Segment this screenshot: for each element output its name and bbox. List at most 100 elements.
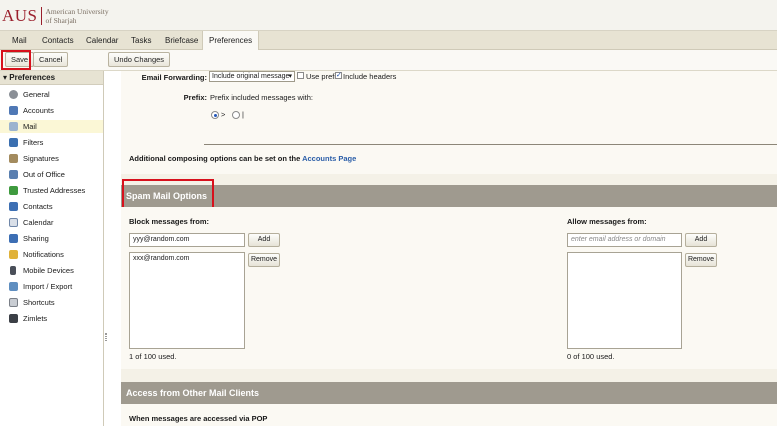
sidebar-item-label: Import / Export [23, 282, 73, 291]
section-divider [204, 144, 777, 145]
tab-preferences[interactable]: Preferences [202, 31, 260, 51]
cancel-button[interactable]: Cancel [33, 52, 69, 67]
block-messages-label: Block messages from: [129, 217, 210, 226]
sidebar-item-label: Accounts [23, 106, 54, 115]
accounts-page-link[interactable]: Accounts Page [302, 154, 356, 163]
sidebar-item-accounts[interactable]: Accounts [0, 104, 103, 117]
sidebar-title: Preferences [9, 73, 56, 82]
app-tab-bar: Mail Contacts Calendar Tasks Briefcase P… [0, 31, 777, 51]
prefix-gt-label: > [221, 110, 226, 119]
sidebar-item-label: Filters [23, 138, 44, 147]
sidebar-item-filters[interactable]: Filters [0, 136, 103, 149]
logo-line-2: of Sharjah [45, 16, 77, 25]
sidebar-header[interactable]: ▾ Preferences [0, 71, 103, 85]
import-export-icon [9, 282, 18, 291]
aus-logo[interactable]: AUS American University of Sharjah [2, 5, 109, 27]
out-of-office-icon [9, 170, 18, 179]
spam-section-header: Spam Mail Options [121, 185, 777, 207]
email-forwarding-label: Email Forwarding: [141, 73, 207, 82]
tab-calendar[interactable]: Calendar [80, 31, 124, 50]
sidebar-item-general[interactable]: General [0, 88, 103, 101]
sidebar-item-shortcuts[interactable]: Shortcuts [0, 296, 103, 309]
contacts-icon [9, 202, 18, 211]
allow-messages-label: Allow messages from: [567, 217, 647, 226]
sidebar-item-label: Signatures [23, 154, 59, 163]
logo-line-1: American University [45, 7, 109, 16]
blocked-addresses-list[interactable]: xxx@random.com [129, 252, 245, 349]
collapse-triangle-icon[interactable]: ▾ [3, 73, 7, 82]
block-remove-button[interactable]: Remove [248, 253, 280, 267]
save-highlight-box [1, 50, 31, 70]
spam-panel: Block messages from: yyy@random.com Add … [121, 207, 777, 369]
list-item[interactable]: xxx@random.com [130, 253, 244, 265]
shortcuts-icon [9, 298, 18, 307]
composing-panel: Email Forwarding: Include original messa… [121, 71, 777, 174]
email-forwarding-value: Include original message [212, 73, 290, 80]
pop-access-label: When messages are accessed via POP [129, 414, 268, 423]
additional-composing-label: Additional composing options can be set … [129, 154, 301, 163]
accounts-icon [9, 106, 18, 115]
sidebar-item-label: Notifications [23, 250, 64, 259]
tab-briefcase[interactable]: Briefcase [159, 31, 204, 50]
gear-icon [9, 90, 18, 99]
block-add-button[interactable]: Add [248, 233, 280, 247]
preferences-toolbar: Save Cancel Undo Changes [0, 50, 777, 71]
preferences-content: Email Forwarding: Include original messa… [121, 71, 777, 426]
sidebar-item-out-of-office[interactable]: Out of Office [0, 168, 103, 181]
prefix-pipe-radio[interactable] [232, 111, 240, 119]
notifications-icon [9, 250, 18, 259]
logo-university-name: American University of Sharjah [46, 7, 109, 25]
sidebar-item-contacts[interactable]: Contacts [0, 200, 103, 213]
include-headers-checkbox[interactable]: ✓ [335, 72, 342, 79]
undo-changes-button[interactable]: Undo Changes [108, 52, 171, 67]
tab-mail[interactable]: Mail [6, 31, 33, 50]
email-forwarding-select[interactable]: Include original message ▾ [209, 71, 295, 82]
sidebar-item-import-export[interactable]: Import / Export [0, 280, 103, 293]
sidebar-item-label: Zimlets [23, 314, 48, 323]
splitter-grip-icon[interactable] [105, 333, 107, 341]
sidebar-item-mobile-devices[interactable]: Mobile Devices [0, 264, 103, 277]
shield-icon [9, 186, 18, 195]
allow-address-input[interactable]: enter email address or domain [567, 233, 682, 247]
prefix-gt-radio[interactable] [211, 111, 219, 119]
sidebar-item-label: Mail [23, 122, 37, 131]
app-header: AUS American University of Sharjah [0, 0, 777, 31]
sharing-icon [9, 234, 18, 243]
additional-composing-text: Additional composing options can be set … [129, 154, 356, 163]
sidebar-item-label: Calendar [23, 218, 54, 227]
sidebar-item-mail[interactable]: Mail [0, 120, 103, 133]
sidebar-item-label: Shortcuts [23, 298, 55, 307]
sidebar-item-sharing[interactable]: Sharing [0, 232, 103, 245]
allow-count-text: 0 of 100 used. [567, 352, 615, 361]
block-count-text: 1 of 100 used. [129, 352, 177, 361]
tab-contacts[interactable]: Contacts [36, 31, 80, 50]
mobile-icon [10, 266, 16, 275]
sidebar-item-zimlets[interactable]: Zimlets [0, 312, 103, 325]
allowed-addresses-list[interactable] [567, 252, 682, 349]
other-clients-section-header: Access from Other Mail Clients [121, 382, 777, 404]
preferences-sidebar: ▾ Preferences General Accounts Mail Filt… [0, 71, 104, 426]
allow-remove-button[interactable]: Remove [685, 253, 717, 267]
allow-add-button[interactable]: Add [685, 233, 717, 247]
sidebar-item-calendar[interactable]: Calendar [0, 216, 103, 229]
calendar-icon [9, 218, 18, 227]
tab-tasks[interactable]: Tasks [125, 31, 157, 50]
prefix-pipe-label: | [242, 110, 244, 119]
include-headers-label: Include headers [343, 72, 397, 81]
signature-icon [9, 154, 18, 163]
sidebar-item-trusted-addresses[interactable]: Trusted Addresses [0, 184, 103, 197]
prefix-label: Prefix: [183, 93, 207, 102]
filter-icon [9, 138, 18, 147]
other-clients-panel: When messages are accessed via POP [121, 404, 777, 426]
sidebar-item-label: Trusted Addresses [23, 186, 86, 195]
sidebar-item-label: Mobile Devices [23, 266, 74, 275]
sidebar-item-notifications[interactable]: Notifications [0, 248, 103, 261]
sidebar-item-signatures[interactable]: Signatures [0, 152, 103, 165]
block-address-input[interactable]: yyy@random.com [129, 233, 245, 247]
sidebar-item-label: Out of Office [23, 170, 65, 179]
prefix-description: Prefix included messages with: [210, 93, 313, 102]
mail-icon [9, 122, 18, 131]
chevron-down-icon: ▾ [288, 73, 292, 80]
sidebar-splitter[interactable] [104, 71, 121, 426]
use-prefix-checkbox[interactable] [297, 72, 304, 79]
